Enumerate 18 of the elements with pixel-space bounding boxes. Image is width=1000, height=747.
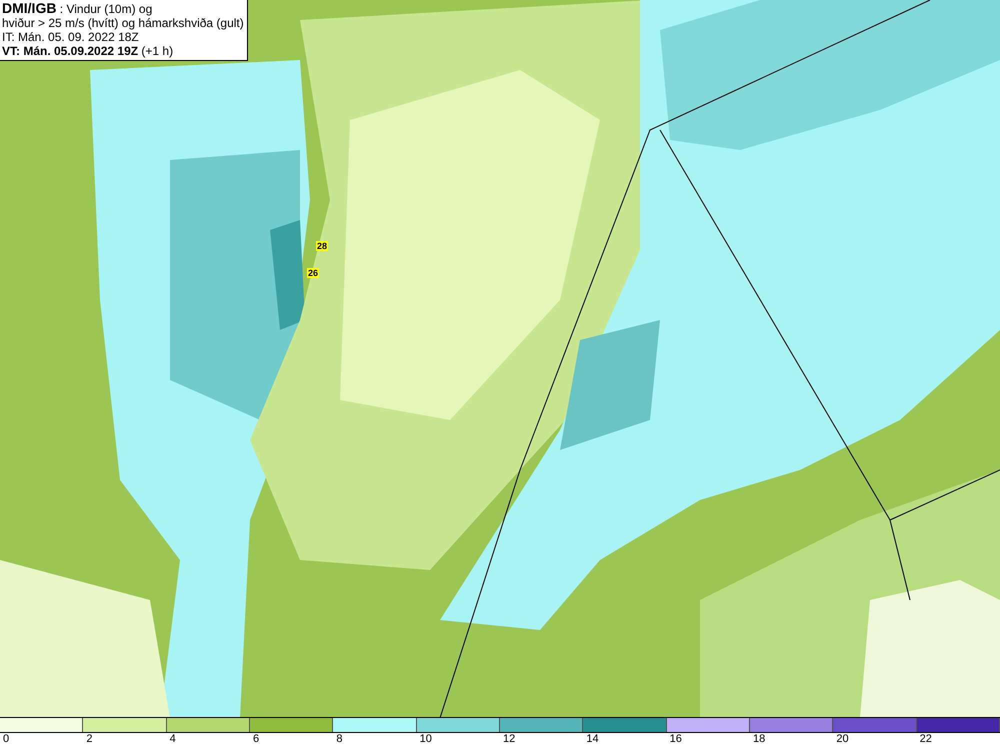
gust-label: 28: [316, 241, 328, 251]
legend-label: 0: [2, 733, 10, 747]
legend-label: 8: [335, 733, 342, 747]
legend-label: 14: [585, 733, 599, 747]
description-text: hviður > 25 m/s (hvítt) og hámarkshviða (gult): [2, 16, 244, 30]
gust-label: 26: [307, 268, 320, 278]
legend-label: 2: [85, 733, 92, 747]
legend-label: 22: [918, 733, 932, 747]
legend-label: 18: [752, 733, 766, 747]
legend-label: 4: [168, 733, 176, 747]
valid-time-text: VT: Mán. 05.09.2022 19Z (+1 h): [2, 44, 174, 58]
legend-label: 12: [502, 733, 516, 747]
legend-label: 10: [418, 733, 432, 747]
title-text: DMI/IGB : Vindur (10m) og: [2, 1, 154, 16]
legend-label: 20: [835, 733, 849, 747]
legend-label: 16: [668, 733, 682, 747]
legend-label: 6: [252, 733, 260, 747]
issue-time-text: IT: Mán. 05. 09. 2022 18Z: [2, 30, 140, 44]
